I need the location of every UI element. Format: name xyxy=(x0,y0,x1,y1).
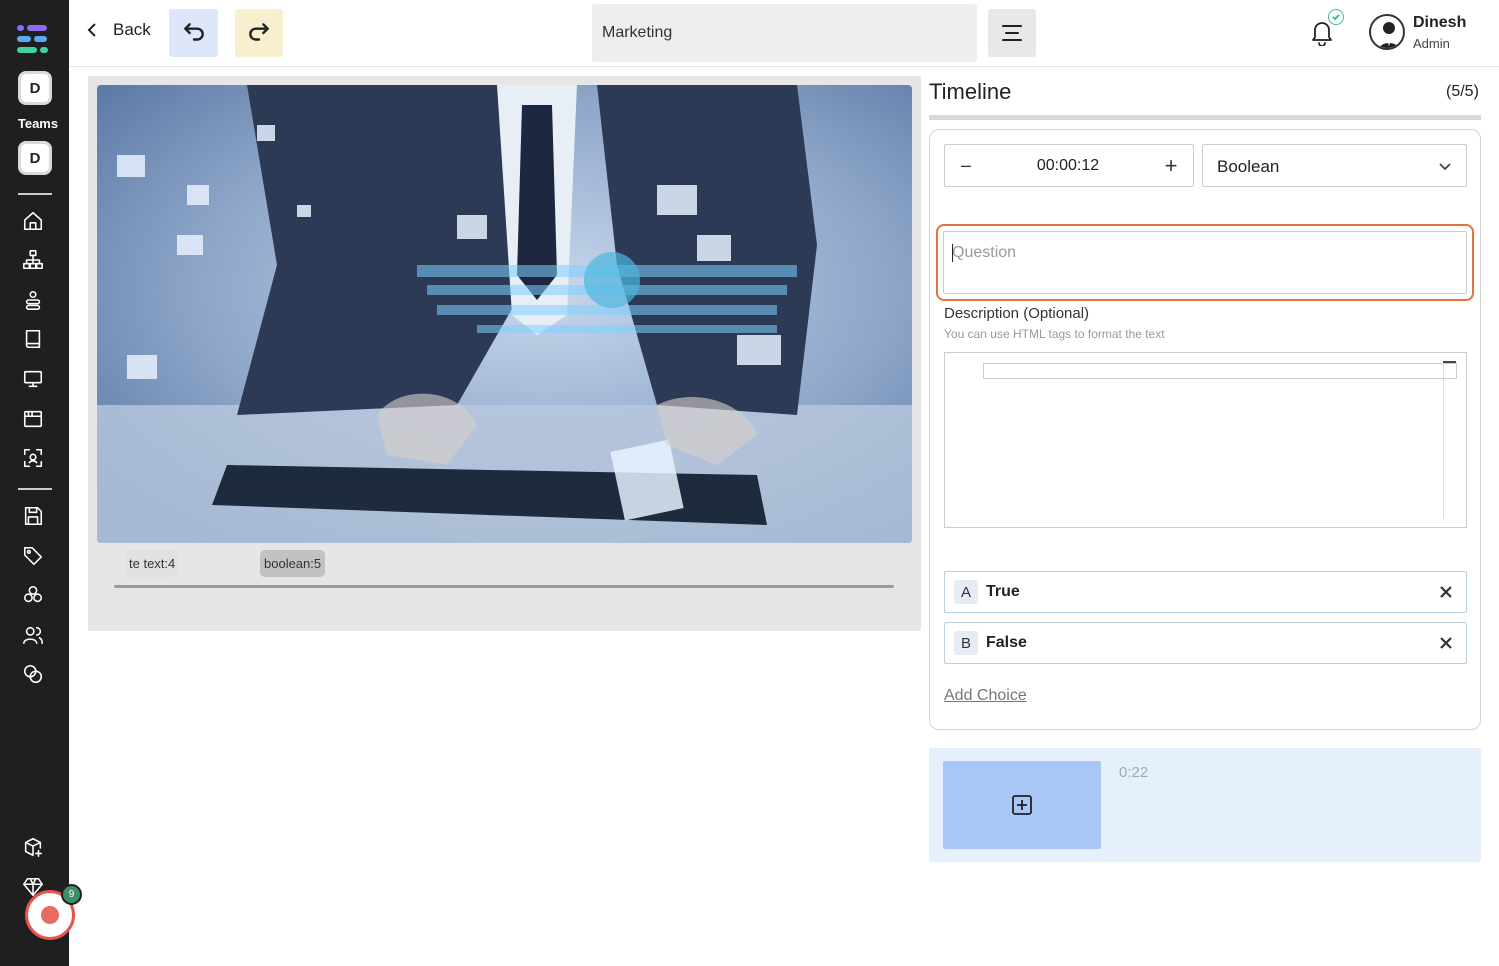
check-circle-icon xyxy=(1328,9,1344,25)
description-label: Description (Optional) xyxy=(944,305,1090,322)
remove-choice-button[interactable] xyxy=(1426,636,1466,650)
clip-time: 0:22 xyxy=(1119,764,1149,781)
window-icon[interactable] xyxy=(21,407,45,431)
back-label: Back xyxy=(113,20,151,39)
book-icon[interactable] xyxy=(21,327,45,351)
sidebar-divider xyxy=(18,193,52,195)
close-icon xyxy=(1440,637,1452,649)
time-decrement-button[interactable]: – xyxy=(945,155,987,176)
remove-choice-button[interactable] xyxy=(1426,585,1466,599)
monitor-icon[interactable] xyxy=(21,367,45,391)
users-stack-icon[interactable] xyxy=(21,288,45,312)
app-logo[interactable] xyxy=(17,22,49,56)
question-type-select[interactable]: Boolean xyxy=(1202,144,1467,187)
choice-text[interactable]: False xyxy=(986,634,1426,652)
choice-letter: A xyxy=(954,580,978,604)
redo-icon xyxy=(249,23,269,41)
undo-button[interactable] xyxy=(169,9,218,57)
video-player[interactable] xyxy=(97,85,912,543)
user-role: Admin xyxy=(1413,36,1450,51)
editor-toolbar[interactable] xyxy=(983,363,1457,379)
team-avatar-top[interactable]: D xyxy=(18,71,52,105)
team-members-icon[interactable] xyxy=(21,623,45,647)
choice-item[interactable]: B False xyxy=(944,622,1467,664)
question-type-value: Boolean xyxy=(1217,157,1280,176)
integrations-icon[interactable] xyxy=(21,583,45,607)
sidebar-divider-2 xyxy=(18,488,52,490)
question-placeholder: Question xyxy=(952,244,1017,261)
user-name: Dinesh xyxy=(1413,14,1467,31)
text-caret xyxy=(952,244,953,262)
save-icon[interactable] xyxy=(21,504,45,528)
menu-lines-icon xyxy=(1002,25,1022,41)
team-avatar[interactable]: D xyxy=(18,141,52,175)
project-title-input[interactable]: Marketing xyxy=(592,4,977,62)
choice-text[interactable]: True xyxy=(986,583,1426,601)
close-icon xyxy=(1440,586,1452,598)
timeline-track[interactable] xyxy=(114,585,894,588)
home-icon[interactable] xyxy=(21,209,45,233)
add-clip-button[interactable] xyxy=(943,761,1101,849)
back-button[interactable]: Back xyxy=(85,20,151,40)
timeline-progress-bar xyxy=(929,115,1481,120)
coins-icon[interactable] xyxy=(21,662,45,686)
time-stepper: – 00:00:12 + xyxy=(944,144,1194,187)
add-choice-link[interactable]: Add Choice xyxy=(944,687,1027,705)
hierarchy-icon[interactable] xyxy=(21,248,45,272)
question-field-focus-ring: Question xyxy=(936,224,1474,301)
choice-item[interactable]: A True xyxy=(944,571,1467,613)
tag-icon[interactable] xyxy=(21,544,45,568)
menu-button[interactable] xyxy=(988,9,1036,57)
redo-button[interactable] xyxy=(235,9,283,57)
avatar[interactable] xyxy=(1369,14,1405,50)
timeline-count: (5/5) xyxy=(1446,83,1479,100)
chevron-left-icon xyxy=(87,23,96,37)
description-editor[interactable] xyxy=(944,352,1467,528)
scan-icon[interactable] xyxy=(21,446,45,470)
editor-scrollbar[interactable] xyxy=(1443,363,1444,518)
time-increment-button[interactable]: + xyxy=(1149,153,1193,179)
timeline-marker-text[interactable]: te text:4 xyxy=(125,550,180,577)
collapse-icon[interactable] xyxy=(1443,361,1456,363)
description-hint: You can use HTML tags to format the text xyxy=(944,327,1165,341)
record-dot-icon xyxy=(41,906,59,924)
choice-letter: B xyxy=(954,631,978,655)
record-count-badge: 9 xyxy=(61,884,82,905)
top-bar: Back Marketing Dinesh Admin xyxy=(69,0,1499,67)
plus-square-icon xyxy=(1012,795,1032,815)
time-value[interactable]: 00:00:12 xyxy=(987,157,1149,175)
timeline-title: Timeline xyxy=(929,79,1012,104)
question-input[interactable]: Question xyxy=(943,231,1467,294)
package-plus-icon[interactable] xyxy=(21,835,45,859)
sidebar: D Teams D 9 xyxy=(0,0,82,966)
chevron-down-icon xyxy=(1439,163,1451,171)
timeline-marker-boolean[interactable]: boolean:5 xyxy=(260,550,326,577)
teams-label: Teams xyxy=(17,116,59,131)
undo-icon xyxy=(183,23,204,41)
